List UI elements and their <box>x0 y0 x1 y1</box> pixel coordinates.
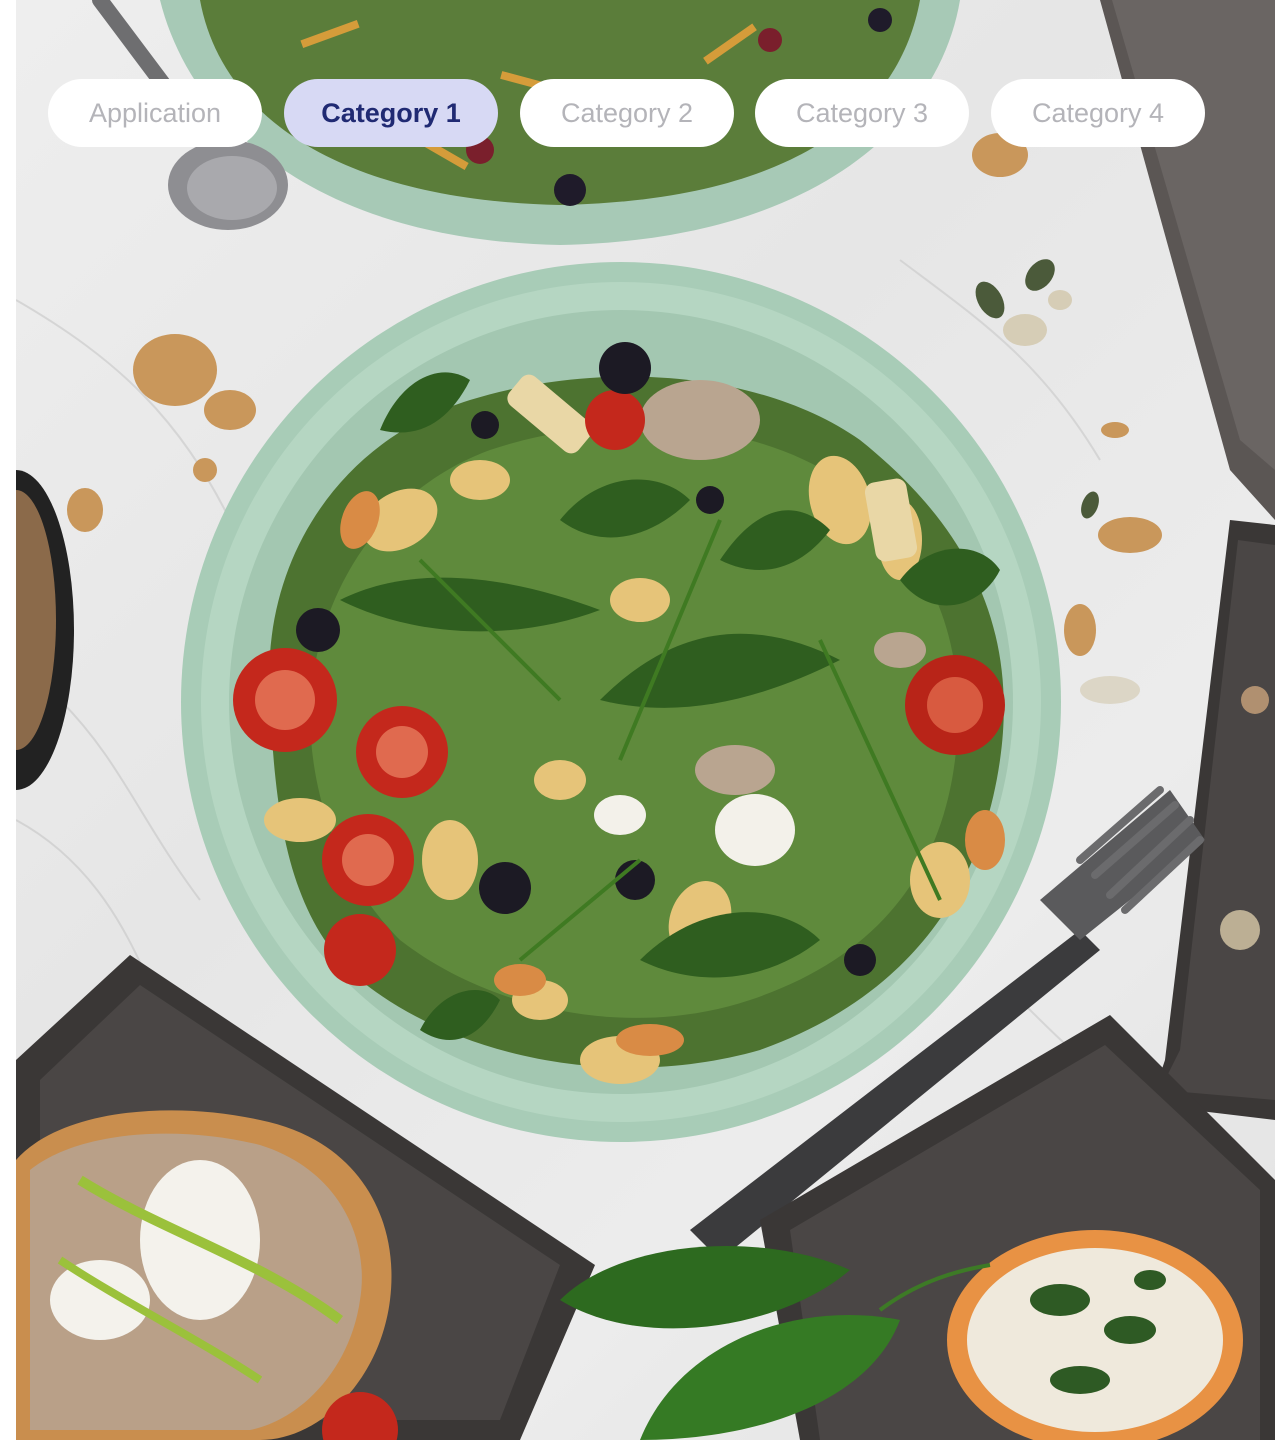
main-salad-bowl <box>181 262 1061 1142</box>
tab-category-2[interactable]: Category 2 <box>520 79 734 147</box>
app-screen: Application Category 1 Category 2 Catego… <box>0 0 1275 1440</box>
tab-category-3[interactable]: Category 3 <box>755 79 969 147</box>
slate-tray-top-right <box>1100 0 1275 520</box>
tab-category-4[interactable]: Category 4 <box>991 79 1205 147</box>
tab-application[interactable]: Application <box>48 79 262 147</box>
tab-category-1[interactable]: Category 1 <box>284 79 498 147</box>
hero-food-photo <box>16 0 1275 1440</box>
category-tab-bar: Application Category 1 Category 2 Catego… <box>0 79 1275 147</box>
black-bowl-left <box>16 470 74 790</box>
left-border <box>0 0 16 1440</box>
